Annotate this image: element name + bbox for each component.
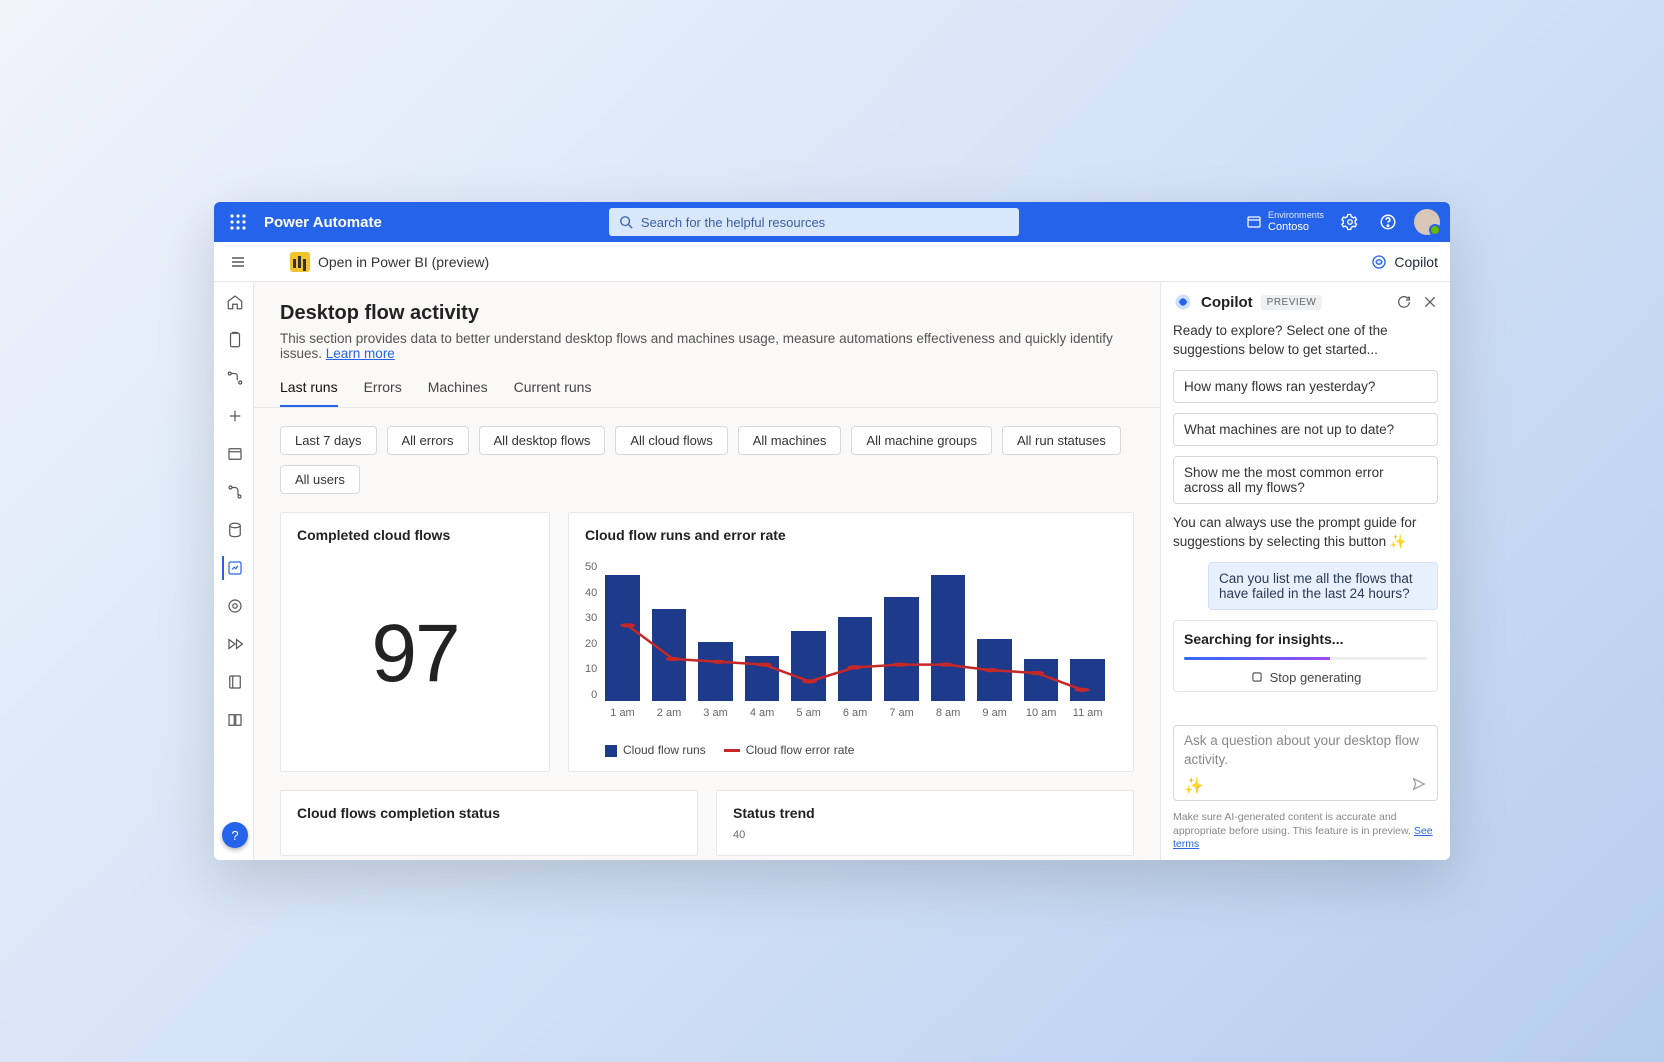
help-fab-button[interactable]: ? (222, 822, 248, 848)
card-runs-and-error-rate: Cloud flow runs and error rate 504030201… (568, 512, 1134, 772)
stop-generating-button[interactable]: Stop generating (1184, 660, 1427, 689)
chart-legend: Cloud flow runs Cloud flow error rate (585, 743, 1117, 757)
card-title: Completed cloud flows (297, 527, 533, 543)
hamburger-icon[interactable] (226, 250, 250, 274)
app-name: Power Automate (264, 214, 382, 231)
environment-picker[interactable]: Environments Contoso (1246, 210, 1324, 234)
filter-errors[interactable]: All errors (387, 426, 469, 455)
status-trend-tick: 40 (733, 829, 1117, 841)
filter-cloud-flows[interactable]: All cloud flows (615, 426, 727, 455)
user-message: Can you list me all the flows that have … (1208, 562, 1438, 610)
copilot-hint: You can always use the prompt guide for … (1173, 514, 1438, 552)
top-bar: Power Automate Search for the helpful re… (214, 202, 1450, 242)
filter-run-statuses[interactable]: All run statuses (1002, 426, 1121, 455)
tab-errors[interactable]: Errors (364, 379, 402, 407)
card-completed-cloud-flows: Completed cloud flows 97 (280, 512, 550, 772)
powerbi-icon (290, 252, 310, 272)
copilot-icon (1370, 253, 1388, 271)
nav-connectors-icon[interactable] (222, 480, 246, 504)
tab-last-runs[interactable]: Last runs (280, 379, 338, 407)
filter-users[interactable]: All users (280, 465, 360, 494)
copilot-disclaimer: Make sure AI-generated content is accura… (1161, 807, 1450, 860)
page-title: Desktop flow activity (280, 302, 1134, 325)
environments-label: Environments (1268, 210, 1324, 221)
tab-machines[interactable]: Machines (428, 379, 488, 407)
card-title: Cloud flow runs and error rate (585, 527, 1117, 543)
preview-badge: PREVIEW (1261, 295, 1323, 310)
nav-monitor-icon[interactable] (222, 556, 246, 580)
filter-machine-groups[interactable]: All machine groups (851, 426, 992, 455)
copilot-input[interactable]: Ask a question about your desktop flow a… (1173, 725, 1438, 801)
tabs: Last runs Errors Machines Current runs (254, 379, 1160, 408)
nav-flows-icon[interactable] (222, 366, 246, 390)
page-description: This section provides data to better und… (280, 331, 1134, 361)
card-title: Status trend (733, 805, 1117, 821)
suggestion-1[interactable]: How many flows ran yesterday? (1173, 370, 1438, 403)
send-icon[interactable] (1411, 776, 1427, 796)
copilot-panel: Copilot PREVIEW Ready to explore? Select… (1160, 282, 1450, 860)
nav-processadvisor-icon[interactable] (222, 632, 246, 656)
nav-learn-icon[interactable] (222, 708, 246, 732)
left-nav (214, 282, 254, 860)
learn-more-link[interactable]: Learn more (326, 346, 395, 361)
copilot-intro: Ready to explore? Select one of the sugg… (1173, 322, 1438, 360)
chart: 50403020100 1 am2 am3 am4 am5 am6 am7 am… (585, 551, 1117, 713)
nav-data-icon[interactable] (222, 518, 246, 542)
user-avatar[interactable] (1414, 209, 1440, 235)
nav-aibuilder-icon[interactable] (222, 594, 246, 618)
copilot-status: Searching for insights... (1184, 631, 1427, 647)
search-placeholder: Search for the helpful resources (641, 215, 825, 230)
nav-home-icon[interactable] (222, 290, 246, 314)
settings-icon[interactable] (1338, 210, 1362, 234)
filter-desktop-flows[interactable]: All desktop flows (479, 426, 606, 455)
nav-approvals-icon[interactable] (222, 328, 246, 352)
filter-time[interactable]: Last 7 days (280, 426, 377, 455)
nav-solutions-icon[interactable] (222, 670, 246, 694)
environment-name: Contoso (1268, 221, 1309, 233)
search-icon (619, 215, 633, 229)
nav-templates-icon[interactable] (222, 442, 246, 466)
open-in-powerbi-button[interactable]: Open in Power BI (preview) (318, 254, 489, 270)
filter-bar: Last 7 days All errors All desktop flows… (254, 408, 1160, 494)
suggestion-3[interactable]: Show me the most common error across all… (1173, 456, 1438, 504)
environment-icon (1246, 214, 1262, 230)
close-icon[interactable] (1422, 294, 1438, 310)
copilot-input-placeholder: Ask a question about your desktop flow a… (1184, 732, 1427, 770)
refresh-icon[interactable] (1396, 294, 1412, 310)
card-title: Cloud flows completion status (297, 805, 681, 821)
tab-current-runs[interactable]: Current runs (514, 379, 592, 407)
search-box[interactable]: Search for the helpful resources (609, 208, 1019, 236)
copilot-toggle-button[interactable]: Copilot (1370, 253, 1438, 271)
filter-machines[interactable]: All machines (738, 426, 842, 455)
command-bar: Open in Power BI (preview) Copilot (214, 242, 1450, 282)
completed-flows-value: 97 (297, 551, 533, 757)
nav-create-icon[interactable] (222, 404, 246, 428)
sparkle-icon[interactable]: ✨ (1184, 776, 1204, 796)
main-content: Desktop flow activity This section provi… (254, 282, 1160, 860)
app-launcher-icon[interactable] (224, 208, 252, 236)
suggestion-2[interactable]: What machines are not up to date? (1173, 413, 1438, 446)
copilot-status-card: Searching for insights... Stop generatin… (1173, 620, 1438, 692)
copilot-logo-icon (1173, 292, 1193, 312)
app-window: Power Automate Search for the helpful re… (214, 202, 1450, 860)
card-status-trend: Status trend 40 (716, 790, 1134, 856)
copilot-title: Copilot (1201, 294, 1253, 311)
stop-icon (1250, 670, 1264, 684)
card-completion-status: Cloud flows completion status (280, 790, 698, 856)
help-icon[interactable] (1376, 210, 1400, 234)
